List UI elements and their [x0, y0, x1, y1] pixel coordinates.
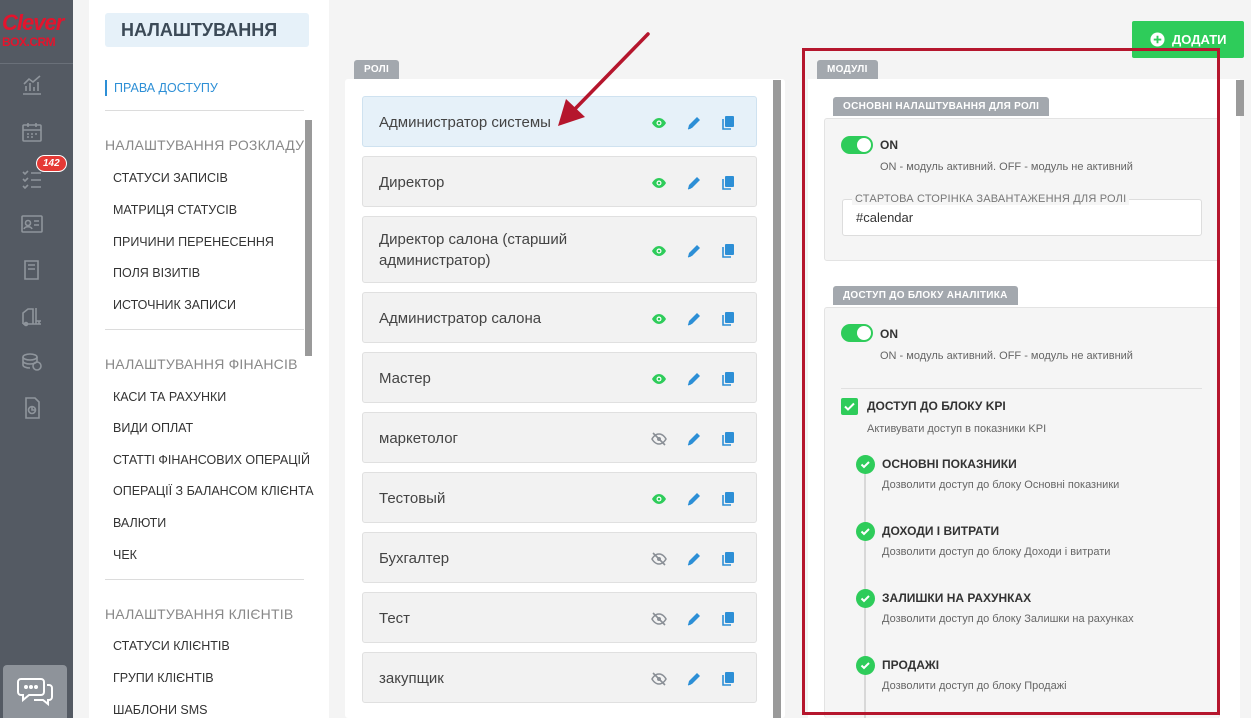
divider [105, 329, 304, 330]
settings-item[interactable]: СТАТТІ ФІНАНСОВИХ ОПЕРАЦІЙ [113, 453, 310, 467]
eye-off-icon[interactable] [651, 431, 667, 447]
role-name: Директор салона (старший администратор) [379, 231, 568, 269]
eye-icon[interactable] [651, 243, 667, 259]
settings-item[interactable]: СТАТУСИ ЗАПИСІВ [113, 171, 228, 185]
edit-icon[interactable] [686, 491, 702, 507]
logo-text-line2: BOX.CRM [2, 35, 56, 49]
role-item[interactable]: Тестовый [362, 472, 757, 523]
role-name: Мастер [379, 370, 431, 387]
reports-icon[interactable] [20, 396, 44, 420]
role-item[interactable]: Мастер [362, 352, 757, 403]
page-title: НАЛАШТУВАННЯ [105, 13, 309, 47]
eye-icon[interactable] [651, 115, 667, 131]
edit-icon[interactable] [686, 611, 702, 627]
role-name: закупщик [379, 670, 444, 687]
eye-off-icon[interactable] [651, 611, 667, 627]
settings-item[interactable]: ВАЛЮТИ [113, 516, 166, 530]
settings-item[interactable]: МАТРИЦЯ СТАТУСІВ [113, 203, 237, 217]
role-item[interactable]: маркетолог [362, 412, 757, 463]
role-name: Бухгалтер [379, 550, 450, 567]
settings-item[interactable]: ГРУПИ КЛІЄНТІВ [113, 671, 214, 685]
eye-icon[interactable] [651, 175, 667, 191]
settings-item[interactable]: ИСТОЧНИК ЗАПИСИ [113, 298, 236, 312]
settings-item[interactable]: ПРИЧИНИ ПЕРЕНЕСЕННЯ [113, 235, 274, 249]
rail-divider [0, 63, 73, 64]
settings-item-access-rights[interactable]: ПРАВА ДОСТУПУ [105, 80, 218, 96]
divider [105, 579, 304, 580]
chat-button[interactable] [3, 665, 67, 718]
role-name: Тестовый [379, 490, 446, 507]
role-item[interactable]: Директор салона (старший администратор) [362, 216, 757, 283]
roles-tab: РОЛІ [354, 60, 400, 79]
role-item[interactable]: Тест [362, 592, 757, 643]
finance-coins-icon[interactable] [20, 350, 44, 374]
section-heading-clients: НАЛАШТУВАННЯ КЛІЄНТІВ [105, 606, 294, 622]
edit-icon[interactable] [686, 431, 702, 447]
copy-icon[interactable] [720, 371, 736, 387]
settings-item[interactable]: ОПЕРАЦІЇ З БАЛАНСОМ КЛІЄНТА [113, 484, 314, 498]
role-item[interactable]: Администратор салона [362, 292, 757, 343]
copy-icon[interactable] [720, 551, 736, 567]
logo-text-line1: Clever [2, 10, 64, 35]
role-item[interactable]: закупщик [362, 652, 757, 703]
add-button-label: ДОДАТИ [1172, 32, 1227, 47]
highlight-frame [802, 48, 1220, 715]
edit-icon[interactable] [686, 671, 702, 687]
role-name: Администратор системы [379, 114, 551, 131]
eye-icon[interactable] [651, 371, 667, 387]
role-name: Тест [379, 610, 411, 627]
clients-card-icon[interactable] [20, 212, 44, 236]
copy-icon[interactable] [720, 491, 736, 507]
modules-scrollbar[interactable] [1236, 80, 1244, 116]
settings-item[interactable]: ЧЕК [113, 548, 137, 562]
divider [105, 110, 304, 111]
copy-icon[interactable] [720, 611, 736, 627]
copy-icon[interactable] [720, 671, 736, 687]
eye-icon[interactable] [651, 311, 667, 327]
eye-off-icon[interactable] [651, 551, 667, 567]
edit-icon[interactable] [686, 371, 702, 387]
edit-icon[interactable] [686, 243, 702, 259]
plus-circle-icon [1150, 32, 1165, 47]
section-heading-finance: НАЛАШТУВАННЯ ФІНАНСІВ [105, 356, 298, 372]
role-item[interactable]: Администратор системы [362, 96, 757, 147]
edit-icon[interactable] [686, 311, 702, 327]
role-name: маркетолог [379, 430, 459, 447]
copy-icon[interactable] [720, 243, 736, 259]
clever-box-logo[interactable]: Clever BOX.CRM [0, 8, 73, 52]
settings-item[interactable]: КАСИ ТА РАХУНКИ [113, 390, 226, 404]
copy-icon[interactable] [720, 431, 736, 447]
role-item[interactable]: Бухгалтер [362, 532, 757, 583]
roles-scrollbar[interactable] [773, 80, 781, 718]
section-heading-schedule: НАЛАШТУВАННЯ РОЗКЛАДУ [105, 137, 305, 153]
settings-panel: НАЛАШТУВАННЯ ПРАВА ДОСТУПУ НАЛАШТУВАННЯ … [89, 0, 329, 718]
settings-item[interactable]: ПОЛЯ ВІЗИТІВ [113, 266, 200, 280]
nav-rail: Clever BOX.CRM 142 [0, 0, 73, 718]
eye-off-icon[interactable] [651, 671, 667, 687]
settings-item[interactable]: ВИДИ ОПЛАТ [113, 421, 193, 435]
analytics-icon[interactable] [20, 73, 44, 97]
eye-icon[interactable] [651, 491, 667, 507]
settings-item[interactable]: СТАТУСИ КЛІЄНТІВ [113, 639, 230, 653]
settings-item[interactable]: ШАБЛОНИ SMS [113, 703, 208, 717]
settings-scrollbar[interactable] [305, 120, 312, 356]
calendar-icon[interactable] [20, 120, 44, 144]
copy-icon[interactable] [720, 175, 736, 191]
copy-icon[interactable] [720, 115, 736, 131]
warehouse-icon[interactable] [20, 304, 44, 328]
edit-icon[interactable] [686, 551, 702, 567]
edit-icon[interactable] [686, 115, 702, 131]
role-name: Администратор салона [379, 310, 542, 327]
chat-icon [17, 678, 53, 707]
tasks-count-badge: 142 [36, 155, 67, 172]
copy-icon[interactable] [720, 311, 736, 327]
role-item[interactable]: Директор [362, 156, 757, 207]
edit-icon[interactable] [686, 175, 702, 191]
role-name: Директор [379, 174, 445, 191]
book-icon[interactable] [20, 258, 44, 282]
